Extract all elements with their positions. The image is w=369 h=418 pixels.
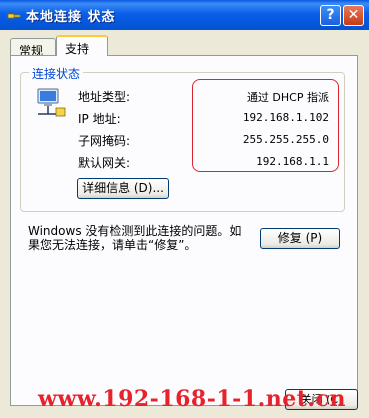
repair-button[interactable]: 修复 (P) — [260, 228, 340, 249]
ip-address-label: IP 地址: — [78, 112, 121, 126]
window-title: 本地连接 状态 — [26, 10, 116, 25]
network-plug-icon — [7, 11, 21, 19]
network-connection-icon — [37, 88, 66, 117]
diagnostic-message: Windows 没有检测到此连接的问题。如果您无法连接，请单击“修复”。 — [28, 224, 242, 252]
group-title: 连接状态 — [29, 65, 84, 82]
details-button[interactable]: 详细信息 (D)... — [77, 178, 169, 199]
default-gateway-label: 默认网关: — [78, 156, 131, 170]
values-highlight — [192, 79, 339, 172]
close-window-button[interactable]: ✕ — [343, 5, 364, 26]
address-type-label: 地址类型: — [78, 90, 131, 104]
connection-status-dialog: 本地连接 状态 ? ✕ 常规 支持 连接状态 地址类型: 通过 DHCP 指派 … — [0, 0, 369, 418]
tab-support[interactable]: 支持 — [56, 35, 108, 56]
tab-general[interactable]: 常规 — [10, 38, 56, 58]
watermark: www.192-168-1-1.net.cn — [38, 386, 346, 412]
help-button[interactable]: ? — [320, 5, 341, 26]
subnet-mask-label: 子网掩码: — [78, 134, 131, 148]
title-bar[interactable]: 本地连接 状态 ? ✕ — [0, 0, 369, 30]
